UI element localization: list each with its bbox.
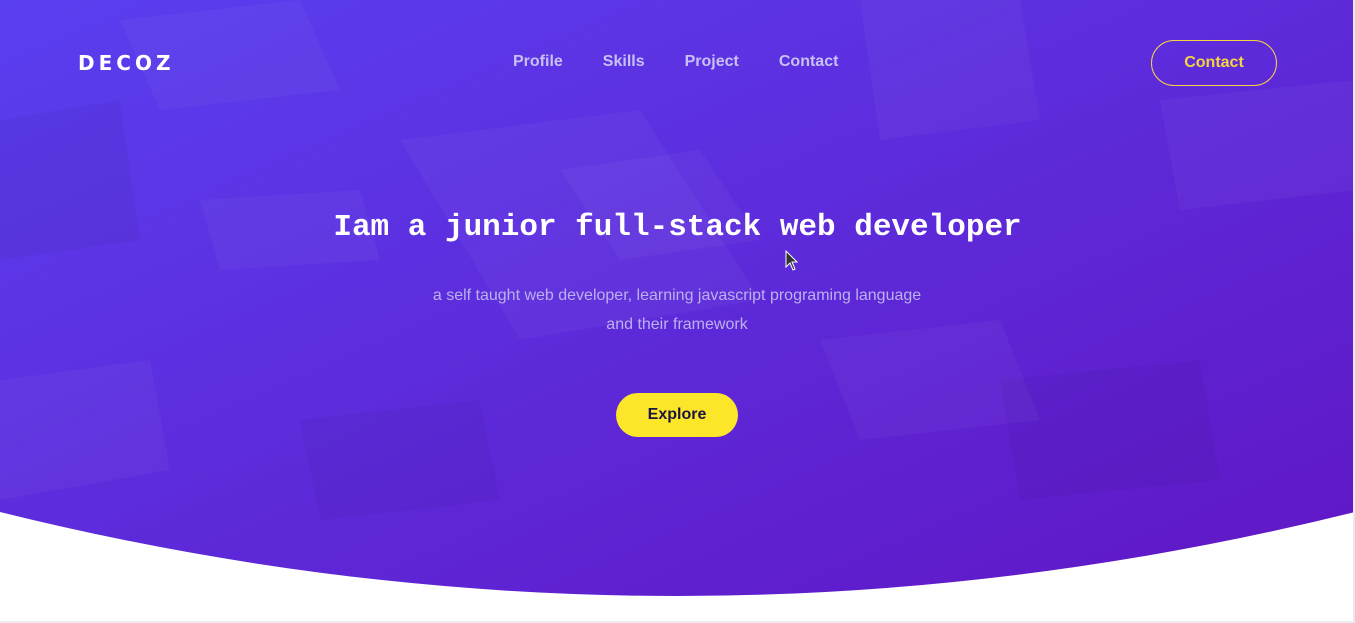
nav-link-skills[interactable]: Skills	[603, 53, 645, 71]
site-logo[interactable]: DECOZ	[78, 51, 174, 75]
nav-link-contact[interactable]: Contact	[779, 53, 839, 71]
hero-subtitle: a self taught web developer, learning ja…	[432, 287, 922, 333]
explore-button[interactable]: Explore	[616, 393, 738, 437]
nav-menu: Profile Skills Project Contact	[513, 53, 878, 71]
top-navigation: DECOZ Profile Skills Project Contact Con…	[0, 40, 1355, 86]
landing-page: DECOZ Profile Skills Project Contact Con…	[0, 0, 1355, 623]
hero-headline: Iam a junior full-stack web developer	[333, 210, 1022, 245]
contact-button[interactable]: Contact	[1151, 40, 1277, 86]
nav-link-profile[interactable]: Profile	[513, 53, 563, 71]
mouse-pointer-icon	[785, 250, 799, 271]
hero-section: DECOZ Profile Skills Project Contact Con…	[0, 0, 1355, 623]
nav-link-project[interactable]: Project	[685, 53, 739, 71]
